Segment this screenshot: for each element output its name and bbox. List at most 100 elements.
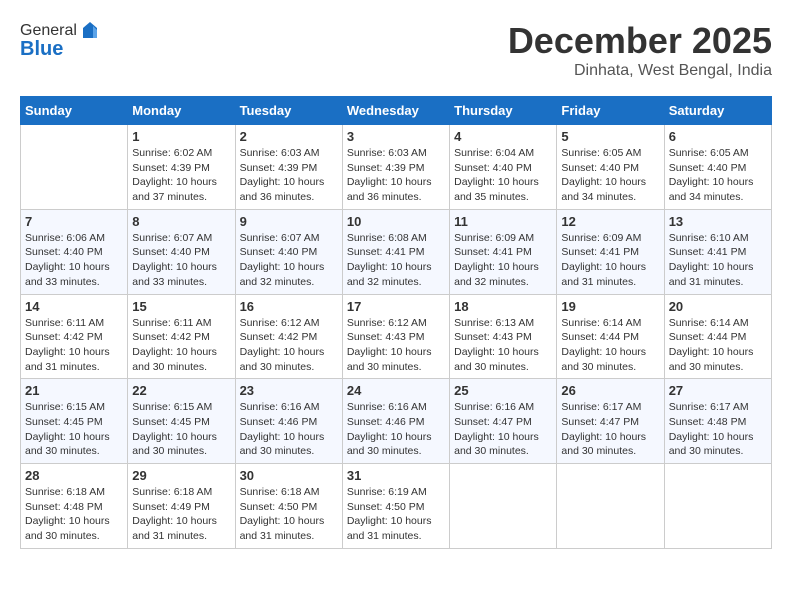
day-info: Sunrise: 6:02 AM Sunset: 4:39 PM Dayligh… — [132, 146, 230, 205]
calendar-cell: 31 Sunrise: 6:19 AM Sunset: 4:50 PM Dayli… — [342, 464, 449, 549]
weekday-header: Wednesday — [342, 97, 449, 125]
day-info: Sunrise: 6:06 AM Sunset: 4:40 PM Dayligh… — [25, 231, 123, 290]
day-info: Sunrise: 6:10 AM Sunset: 4:41 PM Dayligh… — [669, 231, 767, 290]
calendar-cell: 2 Sunrise: 6:03 AM Sunset: 4:39 PM Daylig… — [235, 125, 342, 210]
calendar-cell — [664, 464, 771, 549]
day-number: 27 — [669, 383, 767, 398]
day-number: 20 — [669, 299, 767, 314]
day-number: 31 — [347, 468, 445, 483]
calendar-cell: 18Sunrise: 6:13 AM Sunset: 4:43 PM Dayli… — [450, 294, 557, 379]
day-info: Sunrise: 6:15 AM Sunset: 4:45 PM Dayligh… — [132, 400, 230, 459]
calendar-cell: 11 Sunrise: 6:09 AM Sunset: 4:41 PM Dayli… — [450, 209, 557, 294]
day-info: Sunrise: 6:11 AM Sunset: 4:42 PM Dayligh… — [25, 316, 123, 375]
day-number: 28 — [25, 468, 123, 483]
day-number: 17 — [347, 299, 445, 314]
calendar-cell: 22 Sunrise: 6:15 AM Sunset: 4:45 PM Dayli… — [128, 379, 235, 464]
day-number: 30 — [240, 468, 338, 483]
day-number: 9 — [240, 214, 338, 229]
calendar-week-row: 7 Sunrise: 6:06 AM Sunset: 4:40 PM Daylig… — [21, 209, 772, 294]
calendar-cell: 3 Sunrise: 6:03 AM Sunset: 4:39 PM Daylig… — [342, 125, 449, 210]
day-number: 15 — [132, 299, 230, 314]
day-info: Sunrise: 6:19 AM Sunset: 4:50 PM Dayligh… — [347, 485, 445, 544]
day-info: Sunrise: 6:03 AM Sunset: 4:39 PM Dayligh… — [240, 146, 338, 205]
calendar-week-row: 28 Sunrise: 6:18 AM Sunset: 4:48 PM Dayli… — [21, 464, 772, 549]
day-info: Sunrise: 6:13 AM Sunset: 4:43 PM Dayligh… — [454, 316, 552, 375]
day-number: 26 — [561, 383, 659, 398]
day-info: Sunrise: 6:18 AM Sunset: 4:49 PM Dayligh… — [132, 485, 230, 544]
day-info: Sunrise: 6:12 AM Sunset: 4:42 PM Dayligh… — [240, 316, 338, 375]
day-number: 19 — [561, 299, 659, 314]
day-info: Sunrise: 6:07 AM Sunset: 4:40 PM Dayligh… — [240, 231, 338, 290]
calendar-cell: 6Sunrise: 6:05 AM Sunset: 4:40 PM Daylig… — [664, 125, 771, 210]
day-info: Sunrise: 6:17 AM Sunset: 4:48 PM Dayligh… — [669, 400, 767, 459]
calendar-cell: 28 Sunrise: 6:18 AM Sunset: 4:48 PM Dayli… — [21, 464, 128, 549]
calendar-cell: 24 Sunrise: 6:16 AM Sunset: 4:46 PM Dayli… — [342, 379, 449, 464]
day-info: Sunrise: 6:15 AM Sunset: 4:45 PM Dayligh… — [25, 400, 123, 459]
calendar-week-row: 21 Sunrise: 6:15 AM Sunset: 4:45 PM Dayli… — [21, 379, 772, 464]
month-title: December 2025 — [508, 20, 772, 62]
calendar-cell: 8 Sunrise: 6:07 AM Sunset: 4:40 PM Daylig… — [128, 209, 235, 294]
day-number: 8 — [132, 214, 230, 229]
calendar-cell: 26Sunrise: 6:17 AM Sunset: 4:47 PM Dayli… — [557, 379, 664, 464]
logo-icon — [79, 20, 101, 42]
day-info: Sunrise: 6:18 AM Sunset: 4:50 PM Dayligh… — [240, 485, 338, 544]
calendar-cell: 4 Sunrise: 6:04 AM Sunset: 4:40 PM Daylig… — [450, 125, 557, 210]
day-number: 25 — [454, 383, 552, 398]
day-info: Sunrise: 6:18 AM Sunset: 4:48 PM Dayligh… — [25, 485, 123, 544]
calendar-cell: 30 Sunrise: 6:18 AM Sunset: 4:50 PM Dayli… — [235, 464, 342, 549]
weekday-header: Sunday — [21, 97, 128, 125]
day-number: 16 — [240, 299, 338, 314]
day-info: Sunrise: 6:09 AM Sunset: 4:41 PM Dayligh… — [454, 231, 552, 290]
day-info: Sunrise: 6:12 AM Sunset: 4:43 PM Dayligh… — [347, 316, 445, 375]
day-info: Sunrise: 6:16 AM Sunset: 4:46 PM Dayligh… — [347, 400, 445, 459]
calendar-cell: 10 Sunrise: 6:08 AM Sunset: 4:41 PM Dayli… — [342, 209, 449, 294]
day-info: Sunrise: 6:16 AM Sunset: 4:46 PM Dayligh… — [240, 400, 338, 459]
day-number: 11 — [454, 214, 552, 229]
day-number: 22 — [132, 383, 230, 398]
day-number: 23 — [240, 383, 338, 398]
day-info: Sunrise: 6:14 AM Sunset: 4:44 PM Dayligh… — [669, 316, 767, 375]
day-info: Sunrise: 6:03 AM Sunset: 4:39 PM Dayligh… — [347, 146, 445, 205]
calendar-cell: 17 Sunrise: 6:12 AM Sunset: 4:43 PM Dayli… — [342, 294, 449, 379]
day-info: Sunrise: 6:07 AM Sunset: 4:40 PM Dayligh… — [132, 231, 230, 290]
day-number: 4 — [454, 129, 552, 144]
calendar-cell — [557, 464, 664, 549]
calendar-cell: 21 Sunrise: 6:15 AM Sunset: 4:45 PM Dayli… — [21, 379, 128, 464]
calendar-week-row: 1 Sunrise: 6:02 AM Sunset: 4:39 PM Daylig… — [21, 125, 772, 210]
weekday-header: Friday — [557, 97, 664, 125]
calendar-cell: 27 Sunrise: 6:17 AM Sunset: 4:48 PM Dayli… — [664, 379, 771, 464]
page-header: General Blue December 2025 Dinhata, West… — [20, 20, 772, 80]
calendar-cell — [450, 464, 557, 549]
day-number: 12 — [561, 214, 659, 229]
calendar-cell: 13Sunrise: 6:10 AM Sunset: 4:41 PM Dayli… — [664, 209, 771, 294]
weekday-header: Saturday — [664, 97, 771, 125]
day-info: Sunrise: 6:14 AM Sunset: 4:44 PM Dayligh… — [561, 316, 659, 375]
calendar-table: SundayMondayTuesdayWednesdayThursdayFrid… — [20, 96, 772, 549]
day-number: 21 — [25, 383, 123, 398]
logo: General Blue — [20, 20, 101, 61]
day-info: Sunrise: 6:05 AM Sunset: 4:40 PM Dayligh… — [561, 146, 659, 205]
calendar-cell: 19 Sunrise: 6:14 AM Sunset: 4:44 PM Dayli… — [557, 294, 664, 379]
calendar-cell: 12Sunrise: 6:09 AM Sunset: 4:41 PM Dayli… — [557, 209, 664, 294]
day-info: Sunrise: 6:04 AM Sunset: 4:40 PM Dayligh… — [454, 146, 552, 205]
weekday-header: Tuesday — [235, 97, 342, 125]
location-text: Dinhata, West Bengal, India — [508, 62, 772, 80]
day-number: 1 — [132, 129, 230, 144]
calendar-cell: 15 Sunrise: 6:11 AM Sunset: 4:42 PM Dayli… — [128, 294, 235, 379]
calendar-cell: 23 Sunrise: 6:16 AM Sunset: 4:46 PM Dayli… — [235, 379, 342, 464]
day-info: Sunrise: 6:11 AM Sunset: 4:42 PM Dayligh… — [132, 316, 230, 375]
day-number: 5 — [561, 129, 659, 144]
day-number: 3 — [347, 129, 445, 144]
calendar-cell: 1 Sunrise: 6:02 AM Sunset: 4:39 PM Daylig… — [128, 125, 235, 210]
day-info: Sunrise: 6:08 AM Sunset: 4:41 PM Dayligh… — [347, 231, 445, 290]
calendar-cell — [21, 125, 128, 210]
calendar-cell: 29Sunrise: 6:18 AM Sunset: 4:49 PM Dayli… — [128, 464, 235, 549]
calendar-cell: 16 Sunrise: 6:12 AM Sunset: 4:42 PM Dayli… — [235, 294, 342, 379]
day-number: 14 — [25, 299, 123, 314]
day-number: 24 — [347, 383, 445, 398]
weekday-header: Thursday — [450, 97, 557, 125]
day-number: 2 — [240, 129, 338, 144]
calendar-cell: 20 Sunrise: 6:14 AM Sunset: 4:44 PM Dayli… — [664, 294, 771, 379]
day-number: 7 — [25, 214, 123, 229]
day-number: 10 — [347, 214, 445, 229]
